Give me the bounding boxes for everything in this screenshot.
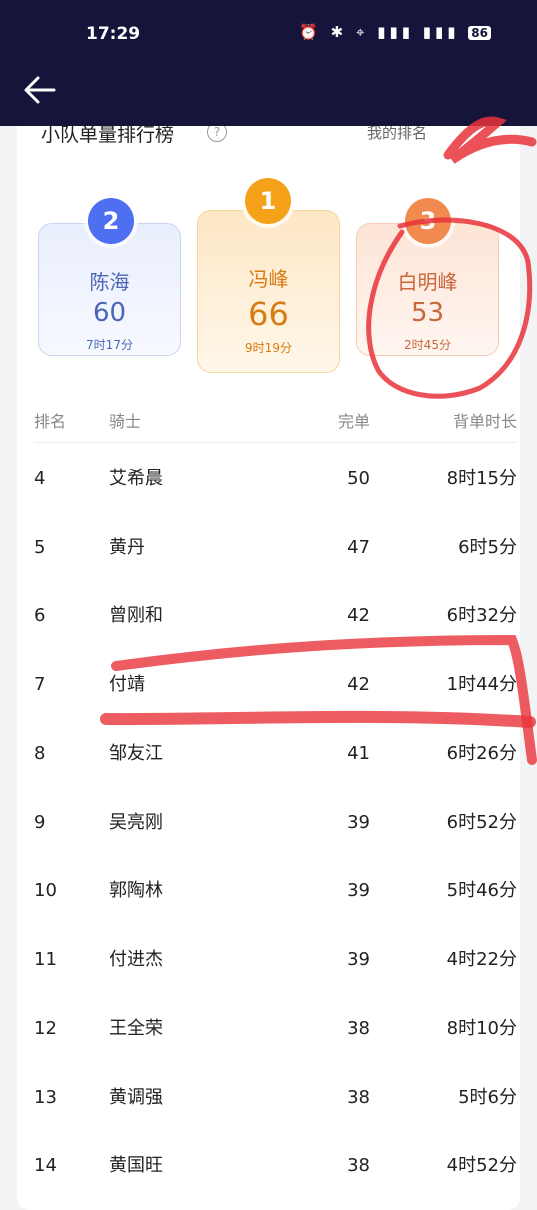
row-rank: 5	[34, 537, 46, 558]
row-time: 6时5分	[458, 537, 517, 558]
header-rider: 骑士	[109, 412, 142, 431]
row-name: 郭陶林	[109, 880, 163, 901]
row-name: 付靖	[109, 674, 145, 695]
podium-count: 53	[410, 298, 445, 328]
table-row[interactable]: 6 曾刚和 42 6时32分	[34, 596, 517, 636]
podium-time: 9时19分	[245, 341, 292, 355]
table-row[interactable]: 11 付进杰 39 4时22分	[34, 940, 517, 980]
row-done: 42	[347, 605, 370, 626]
row-time: 6时26分	[446, 743, 517, 764]
row-rank: 12	[34, 1018, 57, 1039]
table-row[interactable]: 4 艾希晨 50 8时15分	[34, 459, 517, 499]
status-time: 17:29	[86, 24, 141, 44]
row-name: 王全荣	[109, 1018, 163, 1039]
row-name: 吴亮刚	[109, 812, 163, 833]
row-rank: 8	[34, 743, 46, 764]
row-rank: 13	[34, 1087, 57, 1108]
row-name: 黄国旺	[109, 1155, 163, 1176]
table-row[interactable]: 7 付靖 42 1时44分	[34, 665, 517, 705]
battery-icon: 86	[468, 26, 491, 40]
top-bar: 17:29 ⏰ ✱ ⌖ ▮▮▮ ▮▮▮ 86	[0, 0, 537, 126]
row-time: 6时32分	[446, 605, 517, 626]
podium-name: 冯峰	[248, 267, 289, 291]
row-time: 5时46分	[446, 880, 517, 901]
header-rank: 排名	[34, 412, 67, 431]
podium-name: 白明峰	[397, 270, 458, 294]
rank-1-medal-icon: 1	[245, 178, 291, 224]
row-done: 38	[347, 1018, 370, 1039]
table-row[interactable]: 14 黄国旺 38 4时52分	[34, 1146, 517, 1186]
row-name: 黄调强	[109, 1087, 163, 1108]
row-name: 邹友江	[109, 743, 163, 764]
back-arrow-icon[interactable]	[22, 72, 58, 108]
row-time: 5时6分	[458, 1087, 517, 1108]
row-done: 39	[347, 812, 370, 833]
row-name: 黄丹	[109, 537, 145, 558]
table-row[interactable]: 13 黄调强 38 5时6分	[34, 1078, 517, 1118]
row-done: 41	[347, 743, 370, 764]
row-rank: 6	[34, 605, 46, 626]
row-rank: 14	[34, 1155, 57, 1176]
row-done: 38	[347, 1087, 370, 1108]
row-rank: 11	[34, 949, 57, 970]
status-indicator-icons: ⏰ ✱ ⌖ ▮▮▮ ▮▮▮	[299, 23, 460, 41]
podium-first[interactable]: 冯峰 66 9时19分	[197, 210, 340, 373]
row-rank: 9	[34, 812, 46, 833]
leaderboard-card: 小队单量排行榜 ? 我的排名 陈海 60 7时17分 冯峰 66 9时19分 白…	[17, 110, 520, 1210]
row-time: 6时52分	[446, 812, 517, 833]
podium-time: 7时17分	[86, 338, 133, 352]
status-icons: ⏰ ✱ ⌖ ▮▮▮ ▮▮▮ 86	[299, 23, 491, 41]
row-done: 50	[347, 468, 370, 489]
podium-count: 66	[248, 295, 289, 333]
table-row[interactable]: 8 邹友江 41 6时26分	[34, 734, 517, 774]
row-done: 39	[347, 949, 370, 970]
row-done: 38	[347, 1155, 370, 1176]
row-rank: 7	[34, 674, 46, 695]
row-done: 42	[347, 674, 370, 695]
row-time: 8时10分	[446, 1018, 517, 1039]
table-header: 排名 骑士 完单 背单时长	[34, 402, 517, 443]
rank-3-medal-icon: 3	[405, 198, 451, 244]
row-rank: 10	[34, 880, 57, 901]
row-name: 付进杰	[109, 949, 163, 970]
row-time: 4时52分	[446, 1155, 517, 1176]
row-time: 8时15分	[446, 468, 517, 489]
row-done: 47	[347, 537, 370, 558]
table-row[interactable]: 10 郭陶林 39 5时46分	[34, 871, 517, 911]
row-name: 曾刚和	[109, 605, 163, 626]
rank-2-medal-icon: 2	[88, 198, 134, 244]
row-done: 39	[347, 880, 370, 901]
podium-count: 60	[92, 298, 127, 328]
podium-time: 2时45分	[404, 338, 451, 352]
table-row[interactable]: 9 吴亮刚 39 6时52分	[34, 803, 517, 843]
row-rank: 4	[34, 468, 46, 489]
row-time: 1时44分	[446, 674, 517, 695]
row-name: 艾希晨	[109, 468, 163, 489]
header-done: 完单	[337, 412, 370, 431]
table-row[interactable]: 5 黄丹 47 6时5分	[34, 528, 517, 568]
header-time: 背单时长	[452, 412, 517, 431]
row-time: 4时22分	[446, 949, 517, 970]
table-row[interactable]: 12 王全荣 38 8时10分	[34, 1009, 517, 1049]
podium-name: 陈海	[89, 270, 130, 294]
